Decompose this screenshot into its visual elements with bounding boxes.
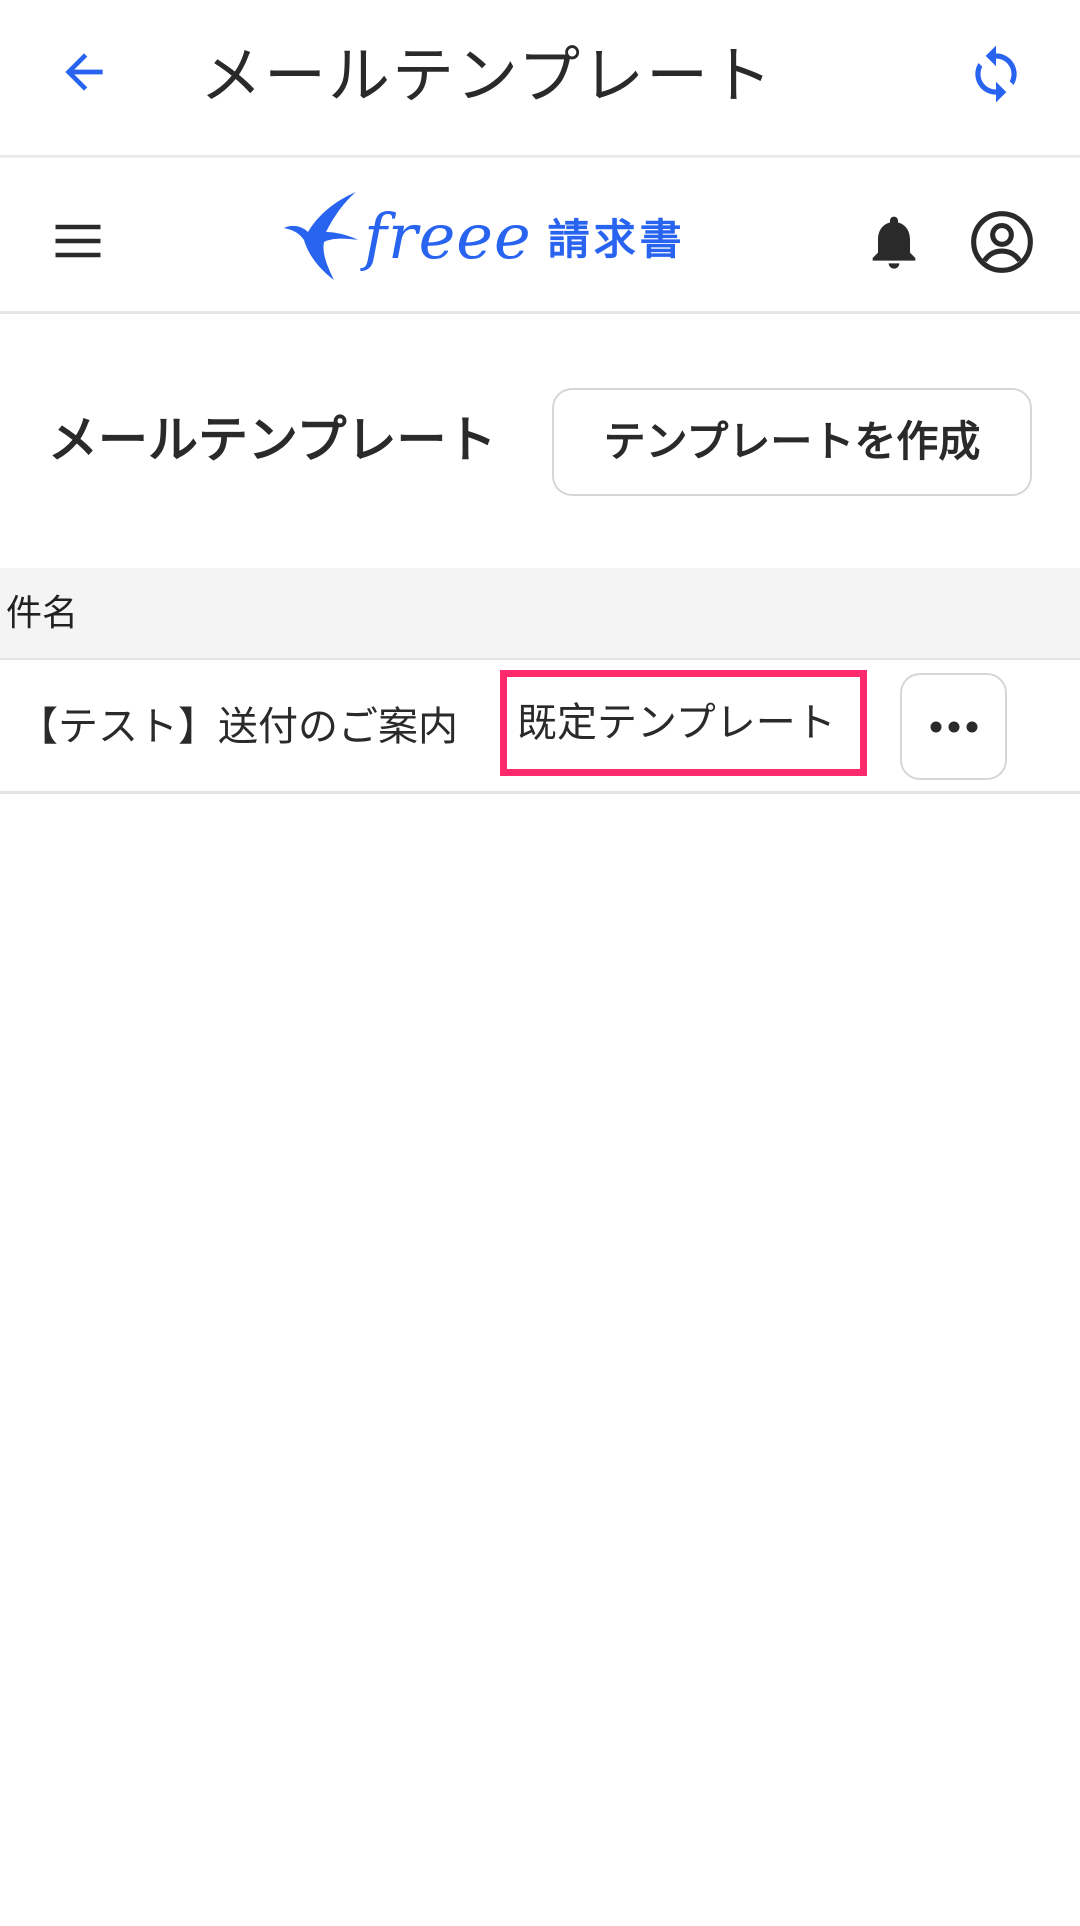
more-options-button[interactable]: [900, 673, 1007, 780]
back-button[interactable]: [46, 34, 122, 110]
menu-button[interactable]: [40, 203, 116, 279]
account-button[interactable]: [964, 204, 1040, 280]
refresh-icon: [975, 45, 1017, 103]
bird-logo-icon: [284, 192, 358, 280]
arrow-left-icon: [65, 53, 103, 91]
default-template-badge: 既定テンプレート: [500, 670, 867, 776]
logo-product-name: 請求書: [547, 214, 686, 264]
column-header-subject: 件名: [6, 593, 79, 634]
more-horizontal-icon: [930, 721, 977, 732]
app-bar: メールテンプレート: [0, 0, 1080, 156]
hamburger-menu-icon: [55, 224, 101, 258]
table-row[interactable]: 【テスト】送付のご案内 既定テンプレート: [0, 660, 1080, 794]
bell-icon: [872, 216, 916, 269]
refresh-button[interactable]: [958, 36, 1034, 112]
notifications-button[interactable]: [856, 204, 932, 280]
account-circle-icon: [971, 211, 1033, 273]
template-subject[interactable]: 【テスト】送付のご案内: [18, 660, 458, 794]
freee-logo[interactable]: freee 請求書: [282, 184, 702, 288]
page-title: メールテンプレート: [48, 411, 497, 469]
logo-wordmark: freee: [364, 199, 532, 273]
site-header: freee 請求書: [0, 158, 1080, 314]
app-bar-title: メールテンプレート: [200, 39, 775, 112]
create-template-button[interactable]: テンプレートを作成: [552, 388, 1032, 496]
table-header: 件名: [0, 568, 1080, 660]
